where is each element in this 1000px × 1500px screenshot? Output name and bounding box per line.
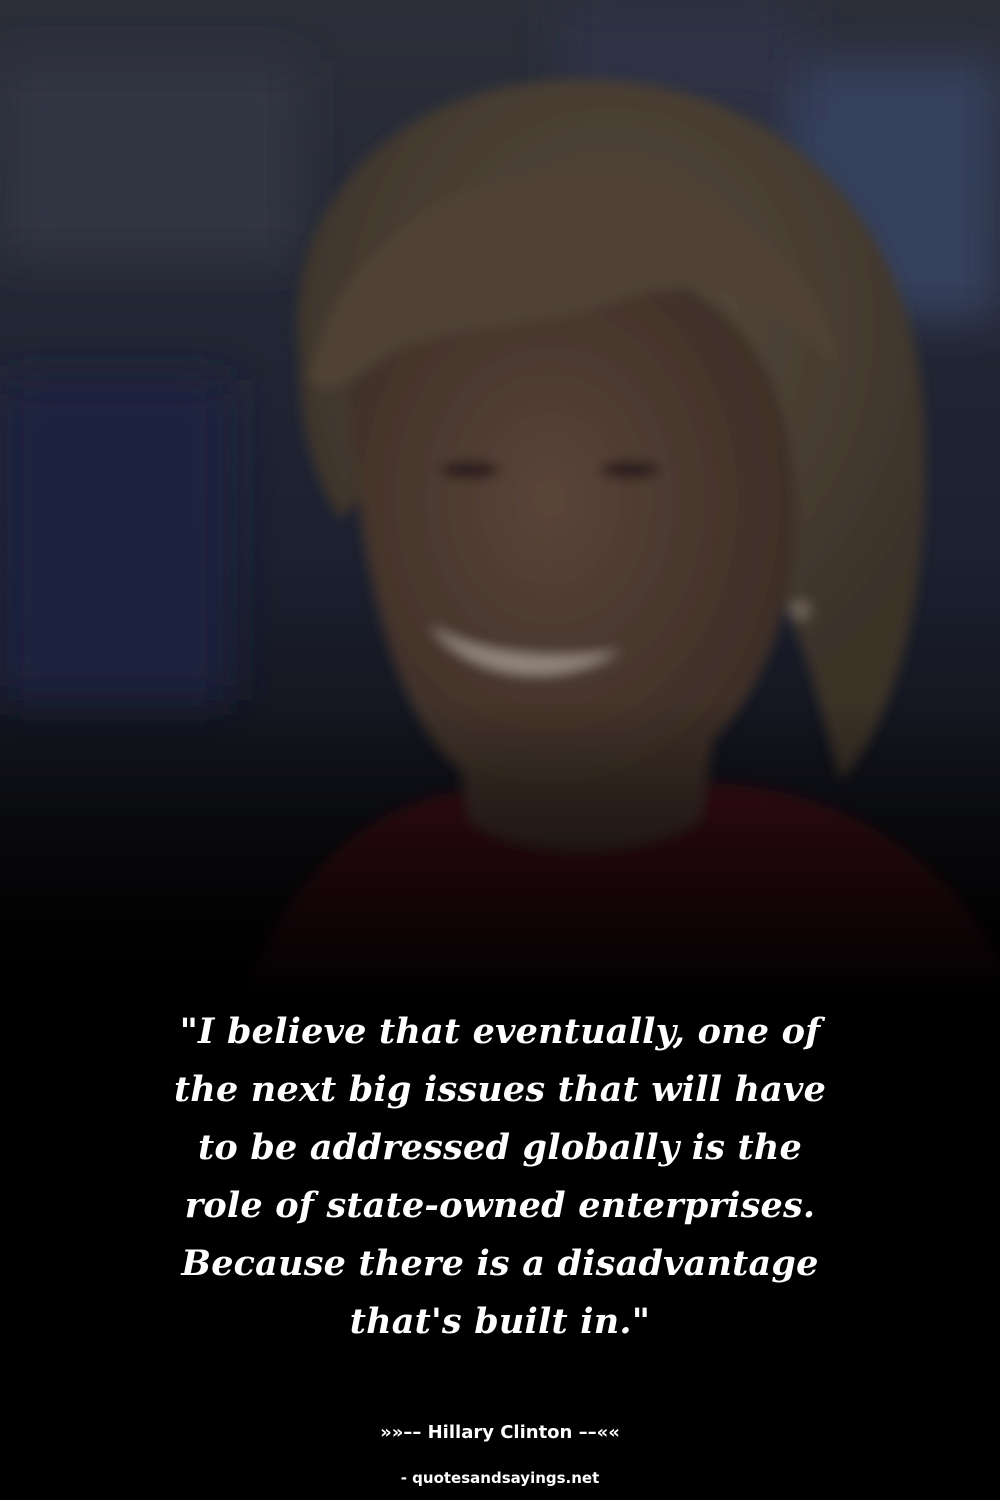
quote-card: "I believe that eventually, one of the n… [0,0,1000,1500]
author-attribution: »»–– Hillary Clinton ––«« [380,1422,620,1443]
source-watermark: - quotesandsayings.net [400,1469,600,1487]
portrait-photo [0,0,1000,1000]
portrait-illustration [0,0,1000,1000]
quote-text: "I believe that eventually, one of the n… [173,1011,827,1342]
